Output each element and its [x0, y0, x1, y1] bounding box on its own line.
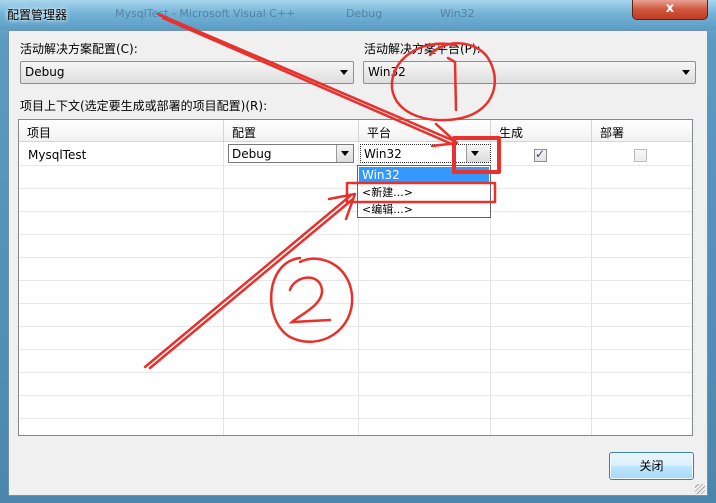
- annotation-arrow-1: [156, 12, 454, 142]
- annotation-arrow-1: [161, 16, 456, 147]
- annotation-circle-1: [390, 42, 497, 122]
- annotation-highlight-box: [452, 136, 501, 174]
- annotation-overlay: [143, 12, 501, 370]
- annotation-glyph-1: [446, 56, 458, 112]
- annotation-circle-2: [269, 256, 354, 343]
- annotation-glyph-2: [288, 276, 332, 324]
- annotation-highlight-box: [345, 181, 497, 204]
- annotation-arrow-2: [148, 197, 355, 370]
